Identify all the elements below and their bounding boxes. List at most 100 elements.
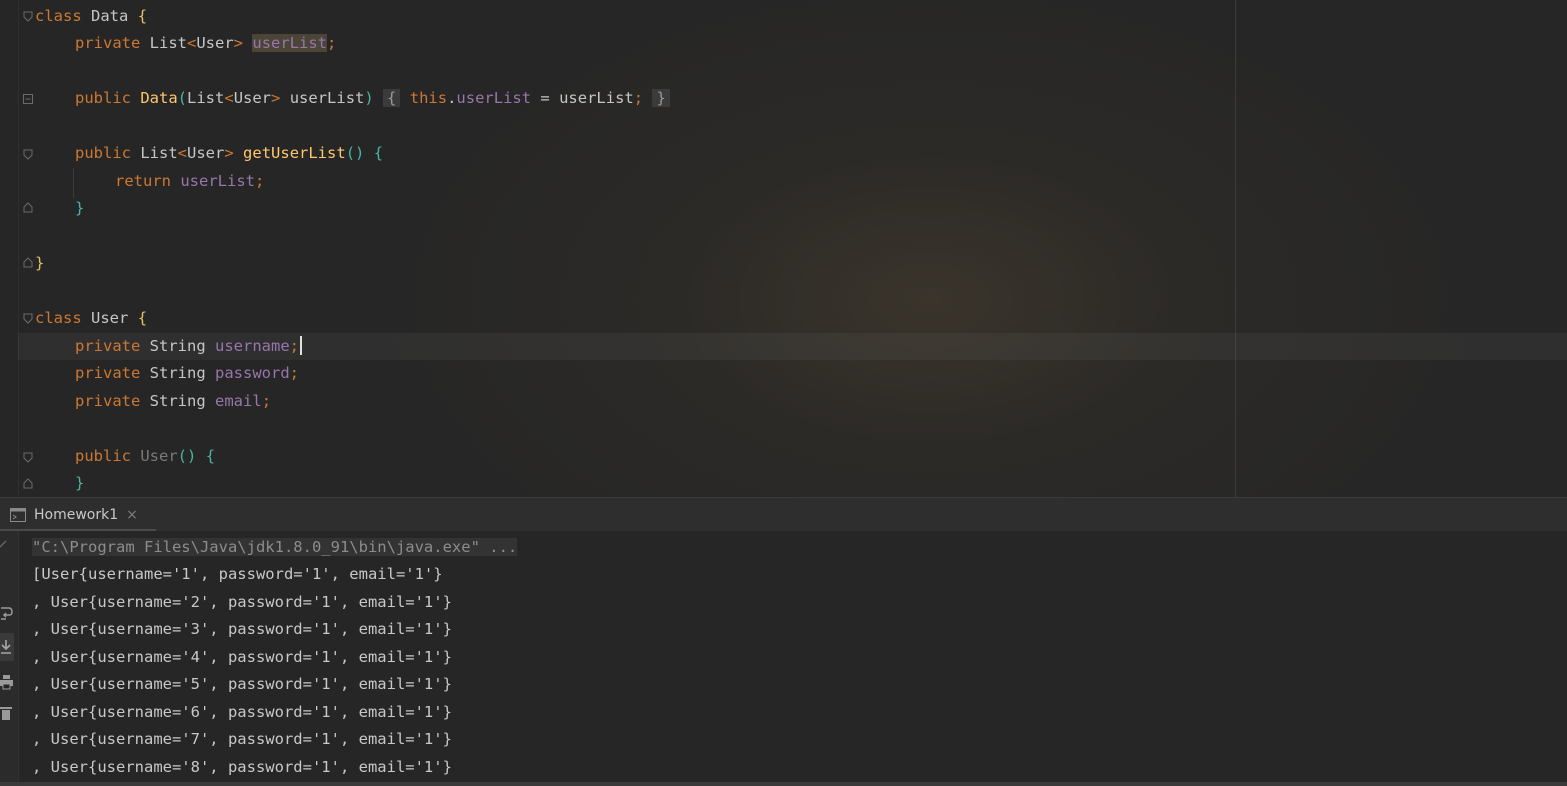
close-icon[interactable]: × [126,507,138,523]
keyword: return [115,172,171,190]
code-line[interactable]: } [75,470,84,497]
keyword: class [35,7,82,25]
console-line: , User{username='8', password='1', email… [32,758,452,776]
editor-gutter[interactable] [0,0,19,497]
console-line: , User{username='4', password='1', email… [32,648,452,666]
semicolon: ; [255,172,265,190]
fold-collapsed-icon[interactable] [22,93,34,105]
fold-close-icon[interactable] [22,202,34,214]
code-line[interactable]: public User() { [75,443,215,470]
class-name: User [91,309,129,327]
field-name: userList [456,89,532,107]
trash-icon[interactable] [0,705,14,721]
field-name-highlighted: userList [252,34,328,52]
code-line[interactable]: public List<User> getUserList() { [75,140,383,167]
keyword: public [75,89,131,107]
code-editor[interactable]: class Data { private List<User> userList… [0,0,1567,497]
type-name: List [149,34,187,52]
soft-wrap-icon[interactable] [0,605,14,621]
keyword: this [409,89,448,107]
tab-label: Homework1 [34,507,119,523]
code-line[interactable]: } [35,250,44,277]
code-line-current[interactable]: private String username; [75,333,303,360]
print-icon[interactable] [0,674,14,690]
run-tool-window-header: Homework1 × [0,497,1567,532]
fold-close-icon[interactable] [22,478,34,490]
keyword: public [75,144,131,162]
console-line: , User{username='3', password='1', email… [32,620,452,638]
right-margin-guide [1235,0,1236,497]
fold-open-icon[interactable] [22,312,34,324]
paren: ( [177,89,188,107]
code-line[interactable]: class Data { [35,3,147,30]
fold-open-icon[interactable] [22,148,34,160]
fold-close-icon[interactable] [22,257,34,269]
paren: ) [364,89,374,107]
keyword: private [75,364,141,382]
type-name: User [196,34,234,52]
paren: () [345,144,365,162]
fold-open-icon[interactable] [22,451,34,463]
brace: } [75,474,85,492]
scroll-up-icon[interactable] [0,539,14,555]
paren: () [177,447,197,465]
brace: { [137,7,148,25]
constructor-name: Data [140,89,178,107]
code-line[interactable]: private List<User> userList; [75,30,336,57]
keyword: private [75,337,141,355]
punctuation: > [233,34,244,52]
type-name: List [187,89,225,107]
punctuation: > [224,144,234,162]
operator: = [540,89,550,107]
punctuation: > [271,89,281,107]
semicolon: ; [289,337,300,355]
punctuation: . [447,89,457,107]
punctuation: < [187,34,197,52]
type-name: String [149,337,206,355]
console-line: , User{username='7', password='1', email… [32,730,452,748]
semicolon: ; [289,364,300,382]
console-tab-icon [10,508,26,522]
console-output[interactable]: "C:\Program Files\Java\jdk1.8.0_91\bin\j… [0,531,1567,786]
code-line[interactable]: private String password; [75,360,299,387]
console-command-text: "C:\Program Files\Java\jdk1.8.0_91\bin\j… [32,538,518,556]
brace: { [137,309,148,327]
folded-brace[interactable]: } [652,89,670,107]
code-line[interactable]: } [75,195,84,222]
brace: } [35,254,45,272]
brace: { [373,144,384,162]
console-line: , User{username='6', password='1', email… [32,703,452,721]
code-line[interactable]: return userList; [115,168,264,195]
horizontal-scrollbar[interactable] [0,782,1567,786]
parameter-name: userList [289,89,365,107]
keyword: class [35,309,82,327]
code-line[interactable]: class User { [35,305,147,332]
type-name: String [149,364,206,382]
folded-brace[interactable]: { [383,89,401,107]
console-toolbar [0,531,19,786]
fold-open-icon[interactable] [22,10,34,22]
indent-guide [73,168,74,198]
class-name: Data [91,7,129,25]
field-name: email [215,392,262,410]
brace: { [205,447,216,465]
console-line: [User{username='1', password='1', email=… [32,565,443,583]
code-line[interactable]: private String email; [75,388,271,415]
code-line[interactable]: public Data(List<User> userList) { this.… [75,85,670,112]
console-line: , User{username='2', password='1', email… [32,593,452,611]
constructor-name: User [140,447,178,465]
ide-window: class Data { private List<User> userList… [0,0,1567,786]
punctuation: < [177,144,188,162]
tab-homework1[interactable]: Homework1 × [0,498,156,532]
punctuation: < [224,89,234,107]
type-name: String [149,392,206,410]
scroll-to-end-icon[interactable] [0,639,14,655]
semicolon: ; [633,89,644,107]
semicolon: ; [327,34,337,52]
field-name: username [215,337,290,355]
type-name: User [233,89,272,107]
field-name: password [215,364,290,382]
text-caret [300,336,303,355]
keyword: private [75,392,141,410]
console-command-line: "C:\Program Files\Java\jdk1.8.0_91\bin\j… [32,534,518,561]
